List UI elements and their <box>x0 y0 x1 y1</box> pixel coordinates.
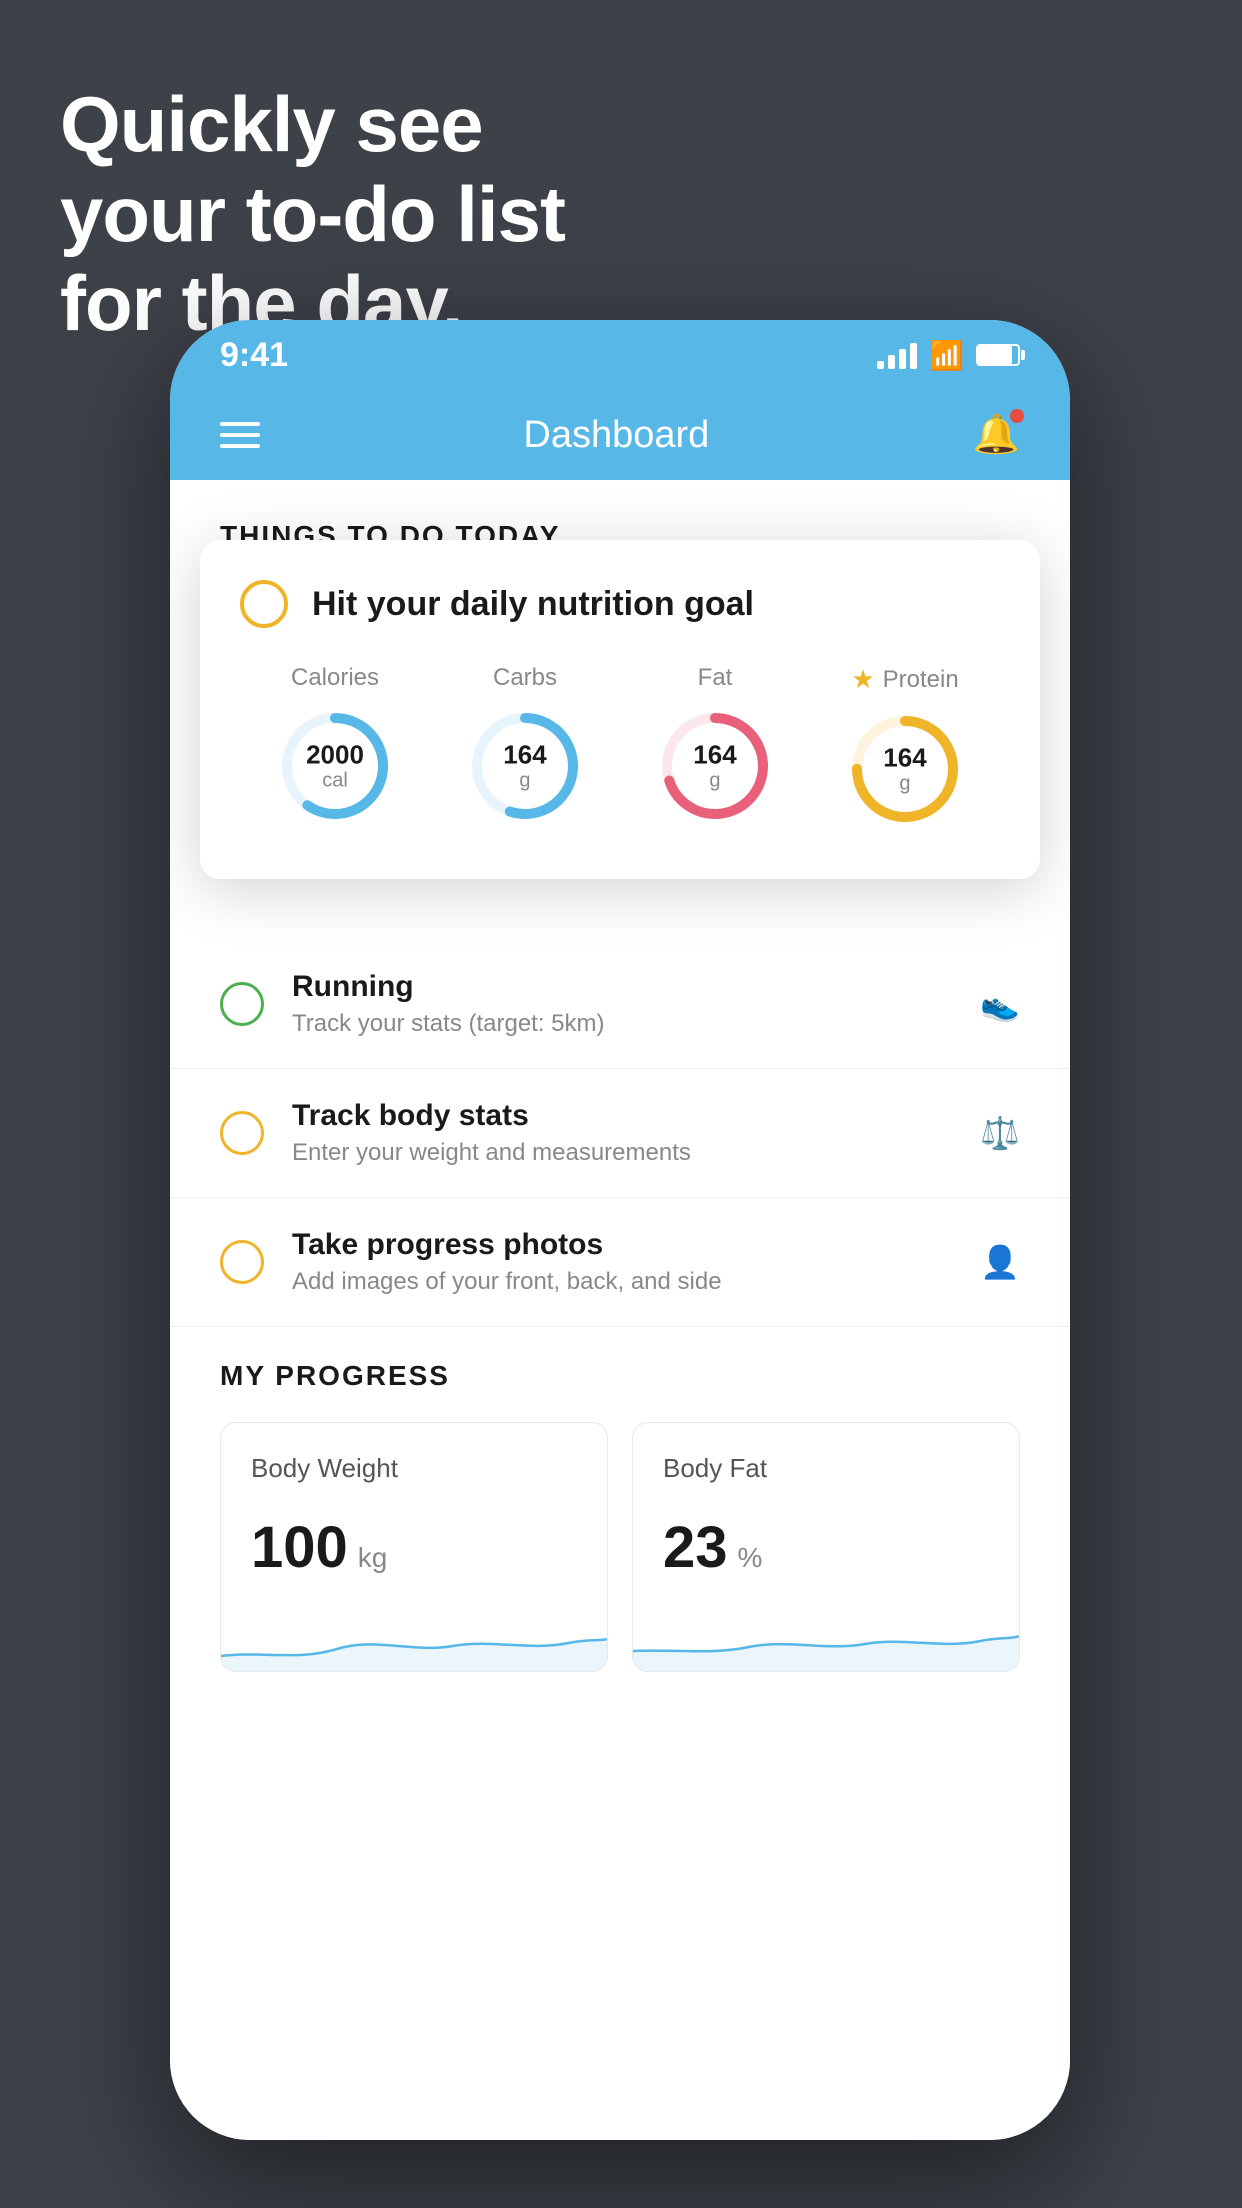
body-weight-title: Body Weight <box>251 1453 577 1484</box>
todo-sub-running: Track your stats (target: 5km) <box>292 1010 980 1038</box>
body-weight-value: 100 <box>251 1514 348 1581</box>
nutrition-item-calories: Calories 2000 cal <box>275 664 395 826</box>
todo-item-body-stats[interactable]: Track body stats Enter your weight and m… <box>170 1069 1070 1198</box>
protein-label: ★ Protein <box>851 664 958 695</box>
nutrition-item-fat: Fat 164 g <box>655 664 775 826</box>
body-fat-card[interactable]: Body Fat 23 % <box>632 1422 1020 1672</box>
todo-item-running[interactable]: Running Track your stats (target: 5km) 👟 <box>170 940 1070 1069</box>
card-title-row: Hit your daily nutrition goal <box>240 580 1000 628</box>
todo-circle-running <box>220 982 264 1026</box>
fat-unit: g <box>693 769 736 791</box>
nutrition-item-protein: ★ Protein 164 g <box>845 664 965 829</box>
calories-donut: 2000 cal <box>275 706 395 826</box>
body-weight-card[interactable]: Body Weight 100 kg <box>220 1422 608 1672</box>
header-title: Dashboard <box>523 414 709 457</box>
progress-section: MY PROGRESS Body Weight 100 kg <box>170 1340 1070 1672</box>
protein-value: 164 <box>883 744 926 773</box>
status-icons: 📶 <box>877 339 1020 372</box>
todo-title-photos: Take progress photos <box>292 1228 980 1262</box>
nutrition-item-carbs: Carbs 164 g <box>465 664 585 826</box>
todo-text-running: Running Track your stats (target: 5km) <box>292 970 980 1038</box>
body-fat-chart <box>633 1611 1019 1671</box>
carbs-donut: 164 g <box>465 706 585 826</box>
todo-text-photos: Take progress photos Add images of your … <box>292 1228 980 1296</box>
carbs-unit: g <box>503 769 546 791</box>
body-weight-value-row: 100 kg <box>251 1514 577 1581</box>
body-fat-title: Body Fat <box>663 1453 989 1484</box>
carbs-label: Carbs <box>493 664 557 692</box>
photo-icon: 👤 <box>980 1243 1020 1281</box>
body-weight-chart <box>221 1611 607 1671</box>
battery-icon <box>976 344 1020 366</box>
notification-dot <box>1010 409 1024 423</box>
phone-content: THINGS TO DO TODAY Hit your daily nutrit… <box>170 480 1070 2140</box>
wifi-icon: 📶 <box>929 339 964 372</box>
todo-item-photos[interactable]: Take progress photos Add images of your … <box>170 1198 1070 1327</box>
headline: Quickly see your to-do list for the day. <box>60 80 565 349</box>
phone-frame: 9:41 📶 Dashboard 🔔 THINGS TO DO TODAY <box>170 320 1070 2140</box>
app-header: Dashboard 🔔 <box>170 390 1070 480</box>
status-time: 9:41 <box>220 336 288 375</box>
status-bar: 9:41 📶 <box>170 320 1070 390</box>
todo-circle-photos <box>220 1240 264 1284</box>
todo-sub-body-stats: Enter your weight and measurements <box>292 1139 980 1167</box>
calories-value: 2000 <box>306 741 364 770</box>
scale-icon: ⚖️ <box>980 1114 1020 1152</box>
carbs-value: 164 <box>503 741 546 770</box>
nutrition-card: Hit your daily nutrition goal Calories 2… <box>200 540 1040 879</box>
star-icon: ★ <box>851 664 874 695</box>
calories-unit: cal <box>306 769 364 791</box>
nutrition-row: Calories 2000 cal Carbs <box>240 664 1000 829</box>
menu-icon[interactable] <box>220 422 260 448</box>
body-fat-value: 23 <box>663 1514 728 1581</box>
protein-unit: g <box>883 772 926 794</box>
fat-donut: 164 g <box>655 706 775 826</box>
todo-list: Running Track your stats (target: 5km) 👟… <box>170 940 1070 1327</box>
progress-cards: Body Weight 100 kg Body Fat <box>170 1422 1070 1672</box>
task-circle[interactable] <box>240 580 288 628</box>
fat-label: Fat <box>698 664 733 692</box>
running-icon: 👟 <box>980 985 1020 1023</box>
todo-title-body-stats: Track body stats <box>292 1099 980 1133</box>
todo-sub-photos: Add images of your front, back, and side <box>292 1268 980 1296</box>
todo-circle-body-stats <box>220 1111 264 1155</box>
todo-text-body-stats: Track body stats Enter your weight and m… <box>292 1099 980 1167</box>
notification-bell-icon[interactable]: 🔔 <box>973 413 1020 457</box>
signal-icon <box>877 341 917 369</box>
body-fat-value-row: 23 % <box>663 1514 989 1581</box>
body-weight-unit: kg <box>358 1542 388 1574</box>
fat-value: 164 <box>693 741 736 770</box>
progress-header: MY PROGRESS <box>170 1340 1070 1422</box>
protein-donut: 164 g <box>845 709 965 829</box>
body-fat-unit: % <box>738 1542 763 1574</box>
calories-label: Calories <box>291 664 379 692</box>
todo-title-running: Running <box>292 970 980 1004</box>
nutrition-card-title: Hit your daily nutrition goal <box>312 585 754 624</box>
